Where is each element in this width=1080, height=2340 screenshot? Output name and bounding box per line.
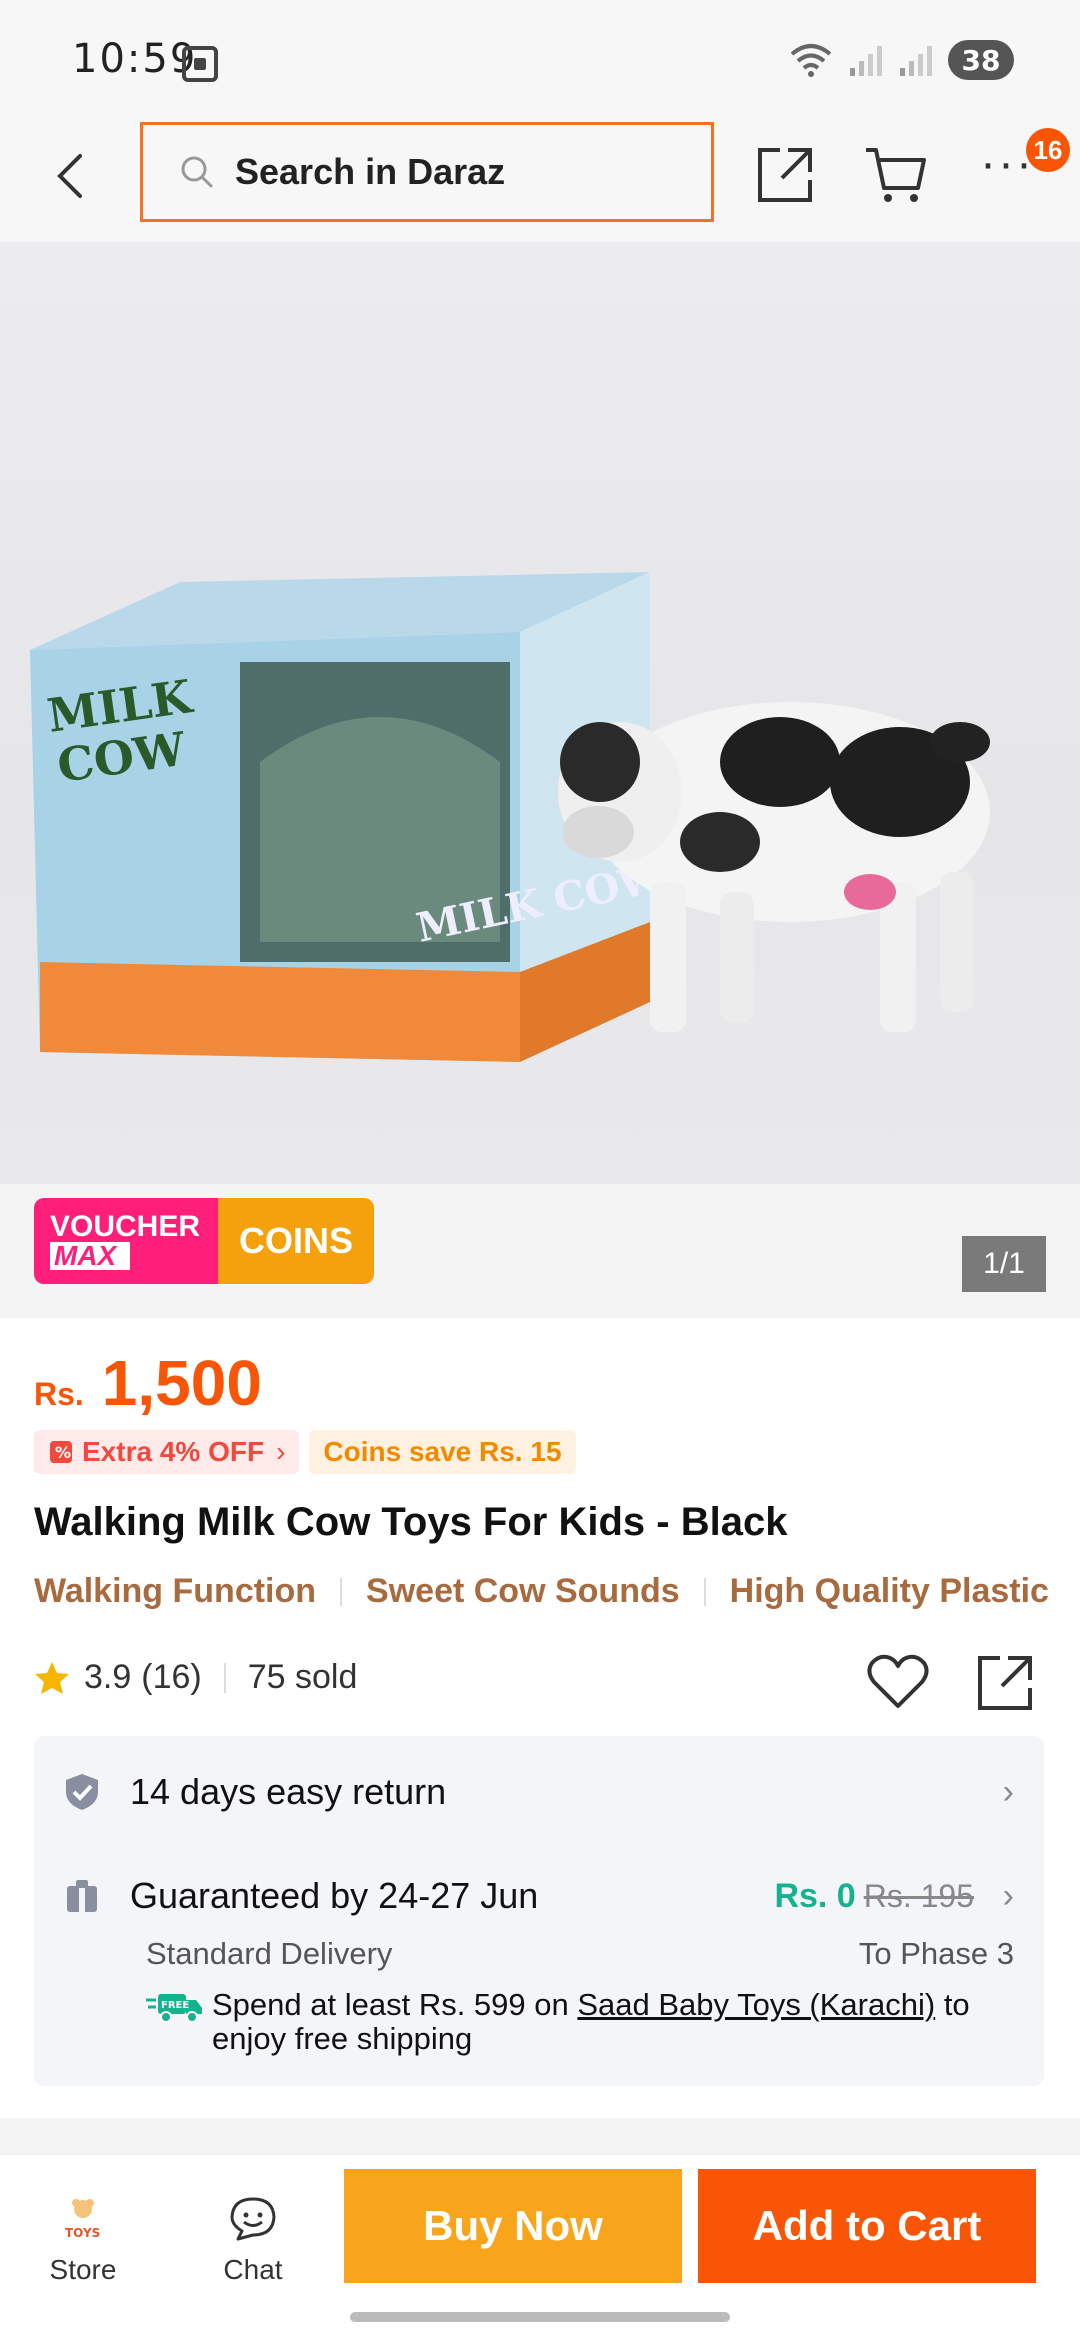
product-title: Walking Milk Cow Toys For Kids - Black bbox=[34, 1500, 788, 1544]
sold-count: 75 sold bbox=[247, 1658, 358, 1696]
star-icon bbox=[35, 1661, 69, 1694]
guarantee-label: Guaranteed by 24-27 Jun bbox=[130, 1875, 539, 1916]
free-shipping-truck-icon: FREE bbox=[146, 1994, 202, 2023]
voucher-text: VOUCHER bbox=[50, 1210, 201, 1243]
discount-icon: % bbox=[50, 1441, 72, 1463]
cart-count-badge: 16 bbox=[1026, 128, 1070, 172]
section-divider bbox=[0, 2118, 1080, 2154]
rating-value: 3.9 bbox=[84, 1658, 132, 1696]
price-currency: Rs. bbox=[34, 1376, 84, 1412]
standard-delivery-label: Standard Delivery bbox=[146, 1936, 393, 1971]
store-label: Store bbox=[49, 2254, 117, 2285]
search-input[interactable]: Search in Daraz bbox=[140, 122, 714, 222]
status-time: 10:59 bbox=[72, 36, 198, 82]
search-icon bbox=[181, 156, 213, 188]
cart-icon[interactable] bbox=[862, 142, 930, 206]
battery-indicator: 38 bbox=[948, 40, 1014, 80]
chevron-right-icon: › bbox=[276, 1436, 286, 1467]
voucher-label: VOUCHER MAX bbox=[34, 1198, 218, 1284]
product-image[interactable]: MILK COW MILK COW bbox=[0, 242, 1080, 1184]
rating-count: (16) bbox=[141, 1658, 202, 1696]
guarantee-row[interactable]: Guaranteed by 24-27 Jun Rs. 0 Rs. 195 › bbox=[64, 1868, 1014, 1924]
add-to-cart-button[interactable]: Add to Cart bbox=[698, 2169, 1036, 2283]
signal-icon bbox=[850, 46, 882, 76]
shipping-fee: Rs. 0 bbox=[774, 1876, 856, 1915]
share-icon[interactable] bbox=[974, 1650, 1038, 1714]
extra-off-tag[interactable]: % Extra 4% OFF › bbox=[34, 1430, 300, 1474]
rating-row[interactable]: 3.9 (16) 75 sold bbox=[34, 1658, 357, 1697]
image-counter: 1/1 bbox=[962, 1236, 1046, 1292]
status-bar: 10:59 38 bbox=[0, 0, 1080, 118]
rating-separator bbox=[223, 1662, 226, 1693]
product-photo: MILK COW MILK COW bbox=[30, 572, 990, 1062]
search-placeholder: Search in Daraz bbox=[235, 151, 506, 192]
price-value: 1,500 bbox=[101, 1347, 262, 1419]
svg-text:%: % bbox=[55, 1443, 71, 1462]
store-logo-icon: TOYS bbox=[65, 2199, 100, 2240]
home-indicator[interactable] bbox=[350, 2312, 730, 2322]
store-button[interactable]: TOYS Store bbox=[38, 2195, 128, 2286]
feature-tag: High Quality Plastic bbox=[729, 1572, 1049, 1610]
share-icon[interactable] bbox=[754, 142, 818, 206]
chevron-right-icon: › bbox=[1002, 1876, 1014, 1915]
extra-off-text: Extra 4% OFF bbox=[82, 1436, 265, 1467]
chevron-right-icon: › bbox=[1002, 1772, 1014, 1811]
coins-save-tag: Coins save Rs. 15 bbox=[309, 1430, 576, 1474]
delivery-location: To Phase 3 bbox=[858, 1936, 1014, 1971]
easy-return-label: 14 days easy return bbox=[130, 1771, 447, 1812]
free-icon-text: FREE bbox=[161, 2000, 189, 2011]
feature-tags: Walking Function Sweet Cow Sounds High Q… bbox=[34, 1572, 1080, 1611]
chat-button[interactable]: Chat bbox=[208, 2195, 298, 2286]
image-info-strip: VOUCHER MAX COINS 1/1 bbox=[0, 1184, 1080, 1318]
feature-tag: Sweet Cow Sounds bbox=[366, 1572, 680, 1610]
store-link[interactable]: Saad Baby Toys (Karachi) bbox=[577, 1987, 935, 2022]
wifi-icon bbox=[790, 44, 832, 77]
chat-icon bbox=[230, 2197, 276, 2241]
delivery-card: 14 days easy return › Guaranteed by 24-2… bbox=[34, 1736, 1044, 2086]
feature-separator bbox=[340, 1577, 343, 1606]
feature-separator bbox=[703, 1577, 706, 1606]
buy-now-button[interactable]: Buy Now bbox=[344, 2169, 682, 2283]
heart-icon[interactable] bbox=[866, 1652, 930, 1712]
status-icons: 38 bbox=[788, 40, 1014, 80]
price: Rs. 1,500 bbox=[34, 1346, 262, 1420]
store-logo-text: TOYS bbox=[65, 2226, 100, 2240]
shipping-price: Rs. 0 Rs. 195 bbox=[774, 1877, 974, 1916]
standard-delivery-row: Standard Delivery To Phase 3 bbox=[146, 1936, 1014, 1972]
voucher-max-badge[interactable]: VOUCHER MAX COINS bbox=[34, 1198, 374, 1284]
free-shipping-row: FREE Spend at least Rs. 599 on Saad Baby… bbox=[146, 1988, 1016, 2056]
free-shipping-prefix: Spend at least Rs. 599 on bbox=[212, 1987, 578, 2022]
header: Search in Daraz ··· 16 bbox=[0, 118, 1080, 242]
back-icon[interactable] bbox=[42, 146, 102, 206]
feature-tag: Walking Function bbox=[34, 1572, 317, 1610]
chat-label: Chat bbox=[223, 2254, 283, 2285]
promo-row: % Extra 4% OFF › Coins save Rs. 15 bbox=[34, 1430, 576, 1474]
signal-icon-2 bbox=[900, 46, 932, 76]
easy-return-row[interactable]: 14 days easy return › bbox=[64, 1762, 1014, 1822]
shipping-old-fee: Rs. 195 bbox=[863, 1877, 974, 1914]
delivery-box-icon bbox=[67, 1880, 97, 1912]
coins-label: COINS bbox=[218, 1198, 374, 1284]
shield-check-icon bbox=[66, 1774, 98, 1810]
screenshot-icon bbox=[182, 46, 218, 82]
free-shipping-text: Spend at least Rs. 599 on Saad Baby Toys… bbox=[212, 1988, 1016, 2056]
voucher-max-text: MAX bbox=[50, 1242, 130, 1270]
